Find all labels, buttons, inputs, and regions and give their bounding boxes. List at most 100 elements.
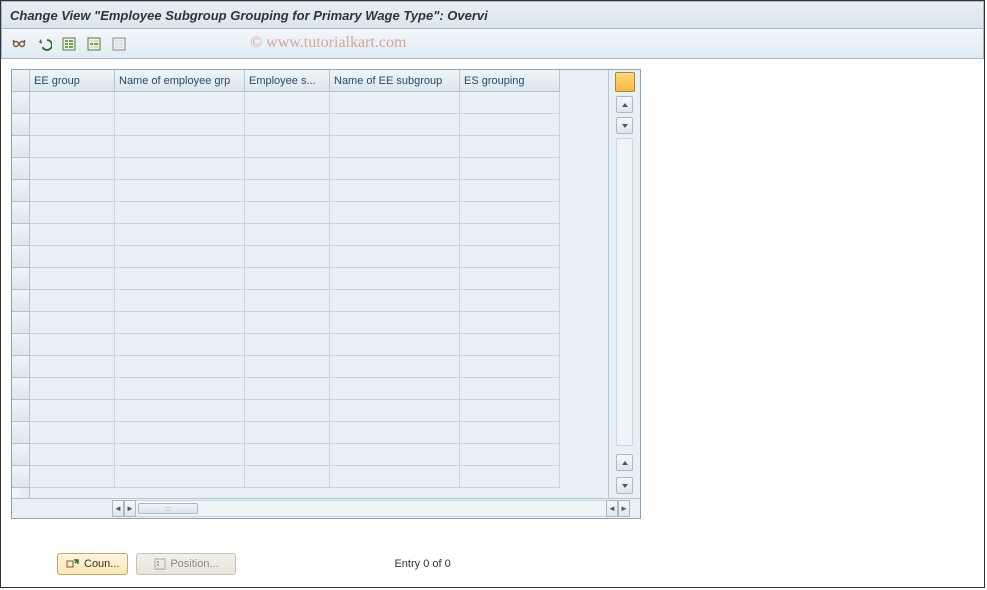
table-cell[interactable] [245, 246, 330, 268]
row-selector[interactable] [12, 92, 29, 114]
table-row[interactable] [30, 356, 608, 378]
row-selector[interactable] [12, 246, 29, 268]
table-row[interactable] [30, 246, 608, 268]
row-selector[interactable] [12, 180, 29, 202]
display-change-button[interactable] [8, 33, 30, 55]
table-cell[interactable] [245, 356, 330, 378]
table-row[interactable] [30, 180, 608, 202]
table-cell[interactable] [330, 290, 460, 312]
table-cell[interactable] [245, 400, 330, 422]
row-selector[interactable] [12, 444, 29, 466]
table-cell[interactable] [245, 224, 330, 246]
table-cell[interactable] [30, 356, 115, 378]
table-cell[interactable] [30, 422, 115, 444]
horizontal-scroll-thumb[interactable]: ::: [138, 503, 198, 514]
table-cell[interactable] [330, 334, 460, 356]
scroll-down2-button[interactable] [616, 477, 633, 494]
table-cell[interactable] [115, 378, 245, 400]
table-cell[interactable] [30, 378, 115, 400]
table-cell[interactable] [115, 202, 245, 224]
row-selector[interactable] [12, 422, 29, 444]
scroll-right-button[interactable]: ► [124, 500, 136, 517]
table-cell[interactable] [115, 422, 245, 444]
table-cell[interactable] [30, 268, 115, 290]
table-cell[interactable] [245, 268, 330, 290]
table-row[interactable] [30, 202, 608, 224]
table-row[interactable] [30, 290, 608, 312]
table-cell[interactable] [30, 400, 115, 422]
table-cell[interactable] [330, 400, 460, 422]
table-cell[interactable] [330, 180, 460, 202]
table-cell[interactable] [115, 136, 245, 158]
table-cell[interactable] [460, 202, 560, 224]
table-cell[interactable] [115, 400, 245, 422]
table-cell[interactable] [115, 158, 245, 180]
column-header-ee-group[interactable]: EE group [30, 70, 115, 92]
table-cell[interactable] [30, 466, 115, 488]
table-cell[interactable] [115, 356, 245, 378]
undo-button[interactable] [33, 33, 55, 55]
table-cell[interactable] [245, 136, 330, 158]
table-cell[interactable] [30, 202, 115, 224]
table-row[interactable] [30, 136, 608, 158]
table-cell[interactable] [460, 224, 560, 246]
table-cell[interactable] [245, 114, 330, 136]
table-cell[interactable] [330, 114, 460, 136]
table-cell[interactable] [245, 312, 330, 334]
scroll-up-button[interactable] [616, 96, 633, 113]
table-cell[interactable] [460, 246, 560, 268]
table-cell[interactable] [30, 92, 115, 114]
table-row[interactable] [30, 312, 608, 334]
table-cell[interactable] [115, 444, 245, 466]
table-cell[interactable] [115, 290, 245, 312]
row-selector[interactable] [12, 114, 29, 136]
table-cell[interactable] [460, 180, 560, 202]
table-cell[interactable] [30, 224, 115, 246]
row-selector[interactable] [12, 312, 29, 334]
table-row[interactable] [30, 92, 608, 114]
table-cell[interactable] [30, 334, 115, 356]
table-cell[interactable] [245, 466, 330, 488]
table-cell[interactable] [330, 312, 460, 334]
scroll-down-button[interactable] [616, 117, 633, 134]
row-selector[interactable] [12, 158, 29, 180]
table-settings-button[interactable] [615, 72, 635, 92]
table-row[interactable] [30, 466, 608, 488]
table-row[interactable] [30, 158, 608, 180]
table-row[interactable] [30, 444, 608, 466]
table-cell[interactable] [245, 422, 330, 444]
table-cell[interactable] [330, 224, 460, 246]
deselect-all-button[interactable] [108, 33, 130, 55]
table-row[interactable] [30, 268, 608, 290]
scroll-left2-button[interactable]: ◄ [606, 500, 618, 517]
table-cell[interactable] [460, 400, 560, 422]
table-cell[interactable] [115, 466, 245, 488]
table-cell[interactable] [30, 114, 115, 136]
row-selector-header[interactable] [12, 70, 29, 92]
table-row[interactable] [30, 422, 608, 444]
table-cell[interactable] [115, 224, 245, 246]
table-cell[interactable] [245, 334, 330, 356]
table-cell[interactable] [330, 158, 460, 180]
select-all-button[interactable] [58, 33, 80, 55]
table-cell[interactable] [460, 466, 560, 488]
table-cell[interactable] [460, 312, 560, 334]
column-header-es-grouping[interactable]: ES grouping [460, 70, 560, 92]
position-button[interactable]: Position... [136, 553, 236, 575]
table-cell[interactable] [30, 246, 115, 268]
table-cell[interactable] [115, 334, 245, 356]
row-selector[interactable] [12, 268, 29, 290]
row-selector[interactable] [12, 290, 29, 312]
table-cell[interactable] [30, 312, 115, 334]
column-header-employee-s[interactable]: Employee s... [245, 70, 330, 92]
row-selector[interactable] [12, 466, 29, 488]
table-cell[interactable] [115, 246, 245, 268]
horizontal-scrollbar[interactable]: ::: [136, 500, 606, 517]
table-cell[interactable] [330, 466, 460, 488]
table-cell[interactable] [115, 180, 245, 202]
table-cell[interactable] [460, 334, 560, 356]
table-cell[interactable] [330, 136, 460, 158]
row-selector[interactable] [12, 378, 29, 400]
table-cell[interactable] [330, 356, 460, 378]
table-cell[interactable] [245, 180, 330, 202]
